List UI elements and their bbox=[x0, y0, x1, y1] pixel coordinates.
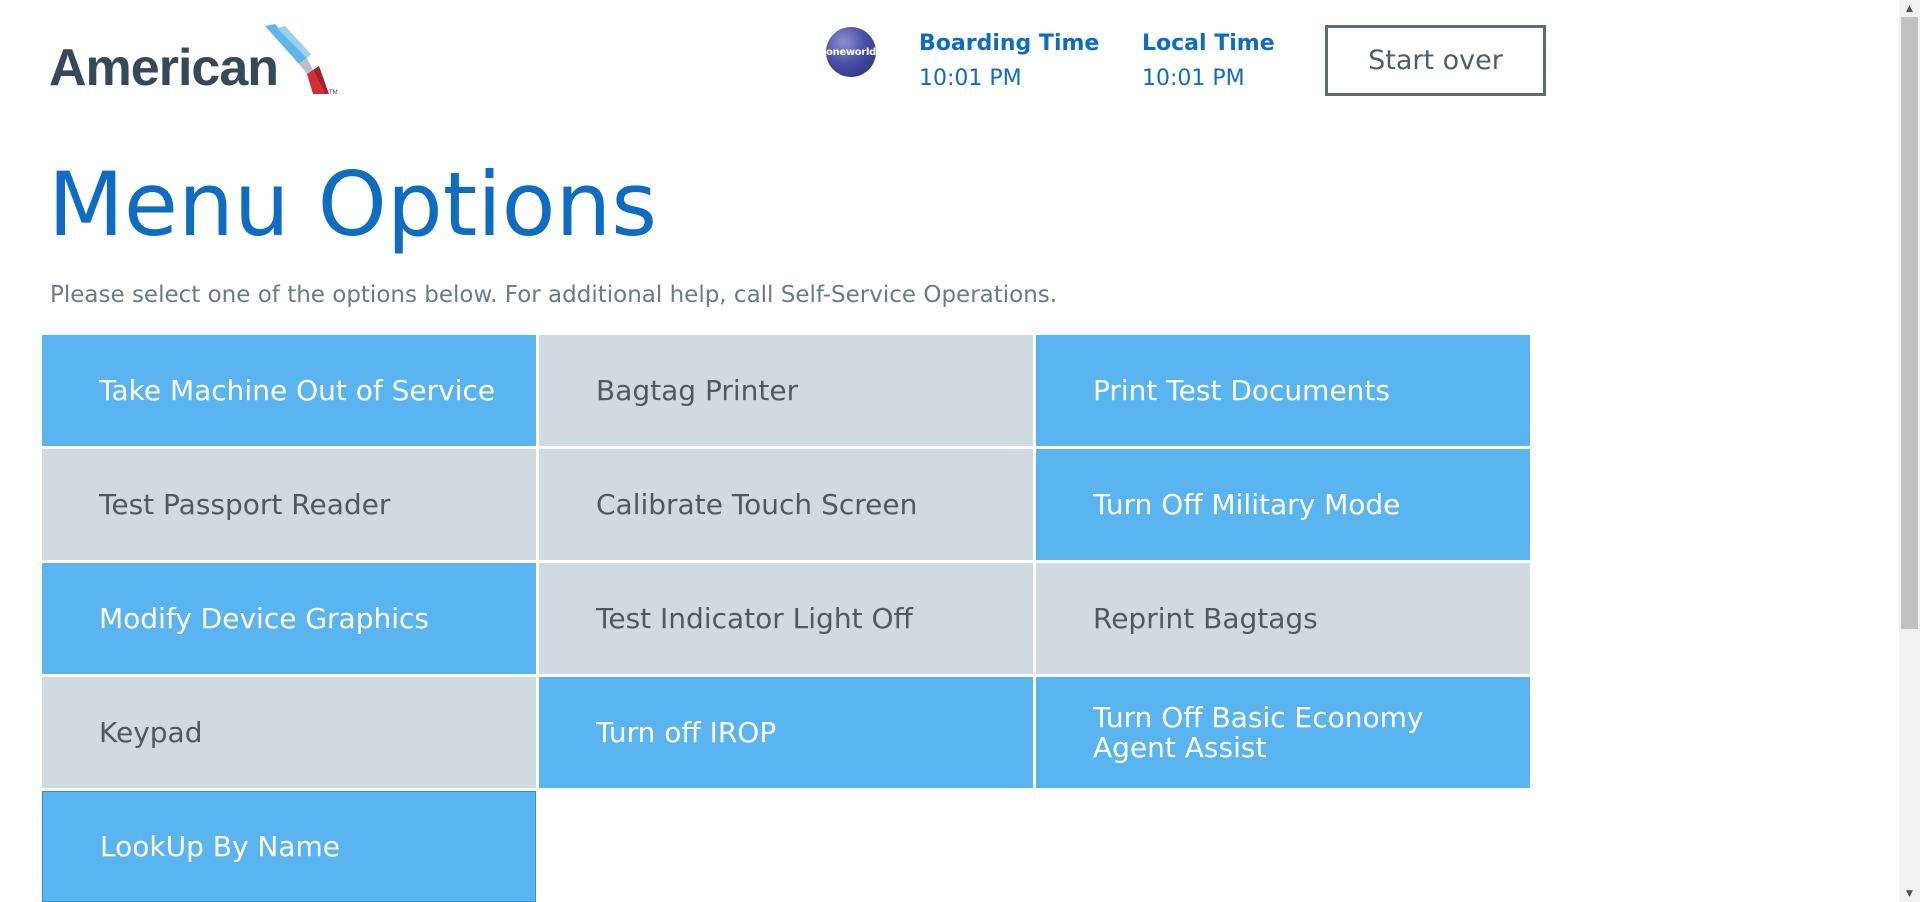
menu-item-turn-off-irop[interactable]: Turn off IROP bbox=[539, 677, 1033, 788]
menu-item-take-machine-out-of-service[interactable]: Take Machine Out of Service bbox=[42, 335, 536, 446]
oneworld-logo: oneworld bbox=[826, 27, 876, 77]
menu-item-bagtag-printer[interactable]: Bagtag Printer bbox=[539, 335, 1033, 446]
menu-item-keypad[interactable]: Keypad bbox=[42, 677, 536, 788]
scrollbar-thumb[interactable] bbox=[1901, 17, 1918, 629]
vertical-scrollbar[interactable]: ▲ ▼ bbox=[1899, 0, 1920, 902]
menu-item-modify-device-graphics[interactable]: Modify Device Graphics bbox=[42, 563, 536, 674]
start-over-button[interactable]: Start over bbox=[1325, 25, 1546, 96]
boarding-time-label: Boarding Time bbox=[919, 31, 1100, 56]
menu-item-test-indicator-light-off[interactable]: Test Indicator Light Off bbox=[539, 563, 1033, 674]
local-time-value: 10:01 PM bbox=[1142, 66, 1245, 91]
local-time: Local Time 10:01 PM bbox=[1142, 26, 1275, 96]
scroll-up-arrow-icon[interactable]: ▲ bbox=[1899, 0, 1920, 17]
kiosk-page: American TM oneworld Boarding Time 10:01… bbox=[0, 0, 1920, 902]
menu-item-calibrate-touch-screen[interactable]: Calibrate Touch Screen bbox=[539, 449, 1033, 560]
american-airlines-logo: American TM bbox=[49, 24, 349, 97]
boarding-time: Boarding Time 10:01 PM bbox=[919, 26, 1099, 96]
boarding-time-value: 10:01 PM bbox=[919, 66, 1022, 91]
local-time-label: Local Time bbox=[1142, 31, 1275, 56]
menu-item-turn-off-basic-economy-agent-assist[interactable]: Turn Off Basic Economy Agent Assist bbox=[1036, 677, 1530, 788]
menu-item-reprint-bagtags[interactable]: Reprint Bagtags bbox=[1036, 563, 1530, 674]
flight-symbol-icon: TM bbox=[265, 24, 338, 96]
menu-item-turn-off-military-mode[interactable]: Turn Off Military Mode bbox=[1036, 449, 1530, 560]
menu-item-lookup-by-name[interactable]: LookUp By Name bbox=[42, 791, 536, 902]
page-subtitle: Please select one of the options below. … bbox=[50, 282, 1058, 308]
menu-item-test-passport-reader[interactable]: Test Passport Reader bbox=[42, 449, 536, 560]
scroll-down-arrow-icon[interactable]: ▼ bbox=[1899, 885, 1920, 902]
svg-text:TM: TM bbox=[329, 90, 338, 96]
page-title: Menu Options bbox=[48, 153, 658, 256]
menu-item-print-test-documents[interactable]: Print Test Documents bbox=[1036, 335, 1530, 446]
logo-wordmark: American bbox=[49, 39, 279, 97]
